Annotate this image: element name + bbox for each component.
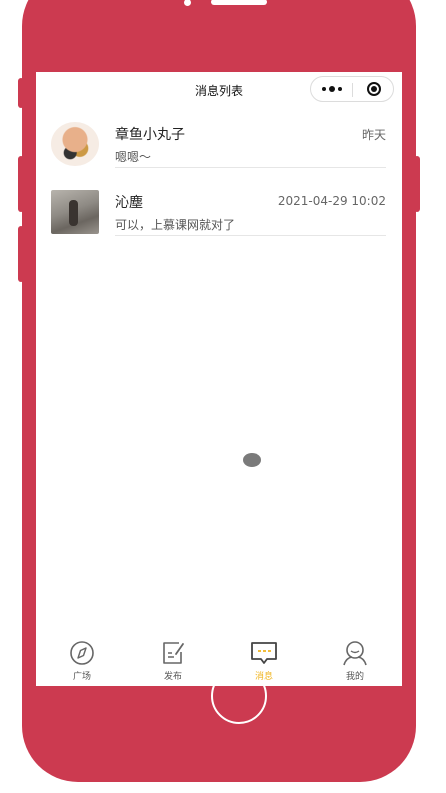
tab-bar: 广场 发布 消息 我的 — [36, 634, 402, 686]
tab-messages[interactable]: 消息 — [234, 638, 294, 684]
tab-mine[interactable]: 我的 — [325, 638, 385, 684]
message-time: 昨天 — [361, 128, 386, 142]
side-button-silent — [18, 78, 24, 108]
tab-publish[interactable]: 发布 — [143, 638, 203, 684]
side-button-volume-down — [18, 226, 24, 282]
tab-label: 我的 — [345, 672, 364, 682]
message-icon — [251, 642, 277, 664]
divider — [115, 235, 386, 236]
side-button-volume-up — [18, 156, 24, 212]
divider — [115, 167, 386, 168]
edit-note-icon — [163, 642, 184, 664]
contact-name: 章鱼小丸子 — [115, 127, 185, 143]
tab-label: 广场 — [72, 672, 91, 682]
tab-label: 消息 — [254, 672, 273, 682]
message-item[interactable]: 沁塵 2021-04-29 10:02 可以，上慕课网就对了 — [36, 190, 402, 250]
side-button-power — [414, 156, 420, 212]
earpiece-speaker-icon — [211, 0, 267, 5]
tab-square[interactable]: 广场 — [52, 638, 112, 684]
more-options-icon[interactable] — [319, 77, 345, 101]
navigation-bar: 消息列表 — [36, 72, 402, 108]
loading-indicator — [243, 453, 261, 467]
avatar[interactable] — [51, 122, 99, 166]
proximity-sensor-icon — [184, 0, 191, 6]
message-time: 2021-04-29 10:02 — [277, 194, 386, 208]
message-item[interactable]: 章鱼小丸子 昨天 嗯嗯～ — [36, 122, 402, 182]
message-preview: 嗯嗯～ — [115, 150, 152, 164]
contact-name: 沁塵 — [115, 195, 143, 211]
tab-label: 发布 — [163, 672, 182, 682]
message-preview: 可以，上慕课网就对了 — [115, 218, 236, 232]
miniprogram-capsule — [310, 76, 394, 102]
close-miniprogram-icon[interactable] — [367, 82, 381, 96]
capsule-divider — [352, 83, 353, 97]
app-screen: 消息列表 章鱼小丸子 昨天 嗯嗯～ 沁塵 2021-04-29 10:02 可以… — [36, 72, 402, 686]
user-icon — [343, 641, 367, 666]
avatar[interactable] — [51, 190, 99, 234]
compass-icon — [70, 641, 94, 665]
